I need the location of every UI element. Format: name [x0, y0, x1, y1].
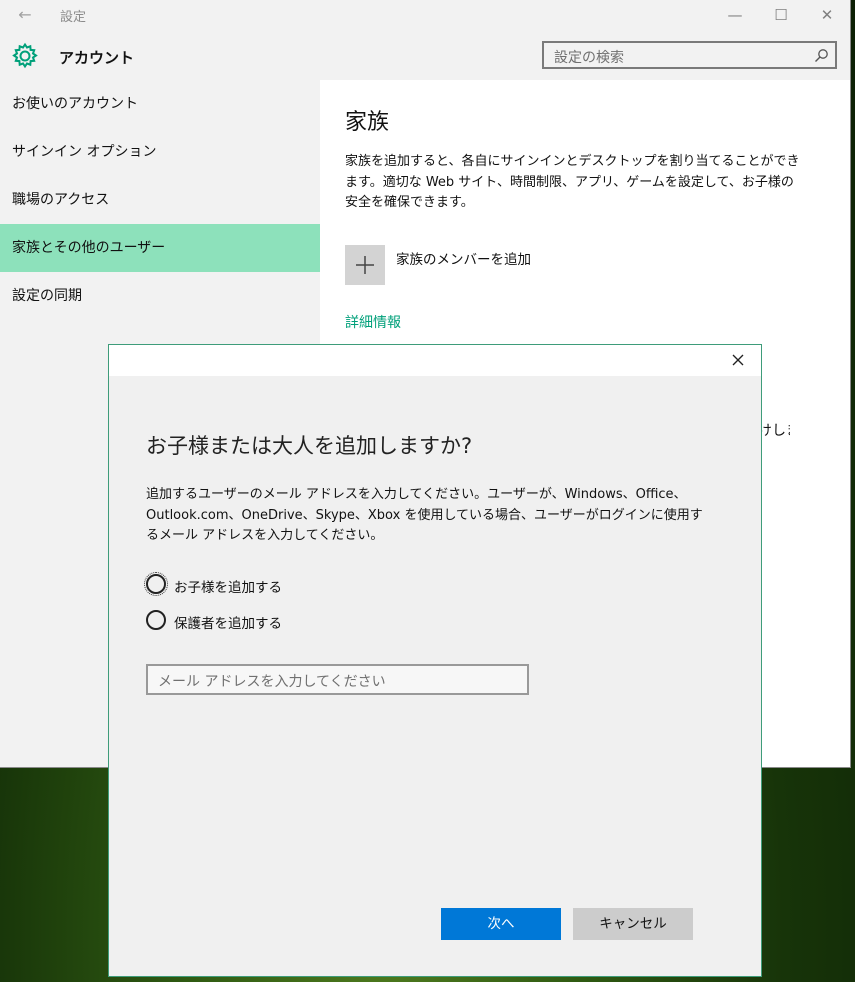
section-title: 家族: [345, 110, 390, 135]
radio-button[interactable]: [144, 572, 168, 596]
radio-label: お子様を追加する: [174, 580, 282, 596]
sidebar-item-label: お使いのアカウント: [12, 96, 138, 112]
next-button[interactable]: 次へ: [441, 908, 561, 940]
sidebar-item-sign-in-options[interactable]: サインイン オプション: [0, 128, 320, 176]
add-user-dialog: お子様または大人を追加しますか? 追加するユーザーのメール アドレスを入力してく…: [108, 344, 762, 977]
sidebar-item-family-other-users[interactable]: 家族とその他のユーザー: [0, 224, 320, 272]
page-title: アカウント: [59, 49, 135, 67]
sidebar-item-sync-settings[interactable]: 設定の同期: [0, 272, 320, 320]
close-icon[interactable]: [727, 349, 749, 371]
title-bar: ← 設定 — ☐ ✕: [0, 0, 850, 31]
email-field[interactable]: メール アドレスを入力してください: [146, 664, 529, 695]
maximize-icon[interactable]: ☐: [758, 0, 804, 31]
page-header: アカウント 設定の検索: [0, 31, 850, 80]
dialog-heading: お子様または大人を追加しますか?: [146, 434, 473, 458]
sidebar-item-work-access[interactable]: 職場のアクセス: [0, 176, 320, 224]
sidebar-item-label: 設定の同期: [12, 288, 82, 304]
back-arrow-icon[interactable]: ←: [15, 5, 35, 25]
add-family-member-button[interactable]: [345, 245, 385, 285]
cancel-button[interactable]: キャンセル: [573, 908, 693, 940]
sidebar-item-label: 職場のアクセス: [12, 192, 110, 208]
sidebar-item-label: 家族とその他のユーザー: [12, 240, 166, 256]
window-title: 設定: [60, 10, 87, 25]
search-icon[interactable]: [814, 48, 829, 63]
add-family-member-label[interactable]: 家族のメンバーを追加: [396, 248, 531, 268]
gear-icon: [12, 42, 38, 69]
sidebar-item-label: サインイン オプション: [12, 144, 157, 160]
dialog-description: 追加するユーザーのメール アドレスを入力してください。ユーザーが、Windows…: [146, 487, 703, 543]
section-description: 家族を追加すると、各自にサインインとデスクトップを割り当てることができます。適切…: [345, 154, 800, 210]
sidebar-item-your-account[interactable]: お使いのアカウント: [0, 80, 320, 128]
more-info-link[interactable]: 詳細情報: [345, 312, 401, 332]
email-placeholder: メール アドレスを入力してください: [158, 674, 386, 690]
minimize-icon[interactable]: —: [712, 0, 758, 31]
dialog-title-bar: [109, 345, 761, 376]
partial-text: けしま: [758, 423, 790, 439]
radio-button[interactable]: [146, 610, 166, 630]
radio-label: 保護者を追加する: [174, 616, 282, 632]
search-placeholder: 設定の検索: [554, 50, 624, 66]
plus-icon: [356, 256, 374, 274]
search-input[interactable]: 設定の検索: [542, 41, 837, 69]
close-icon[interactable]: ✕: [804, 0, 850, 31]
